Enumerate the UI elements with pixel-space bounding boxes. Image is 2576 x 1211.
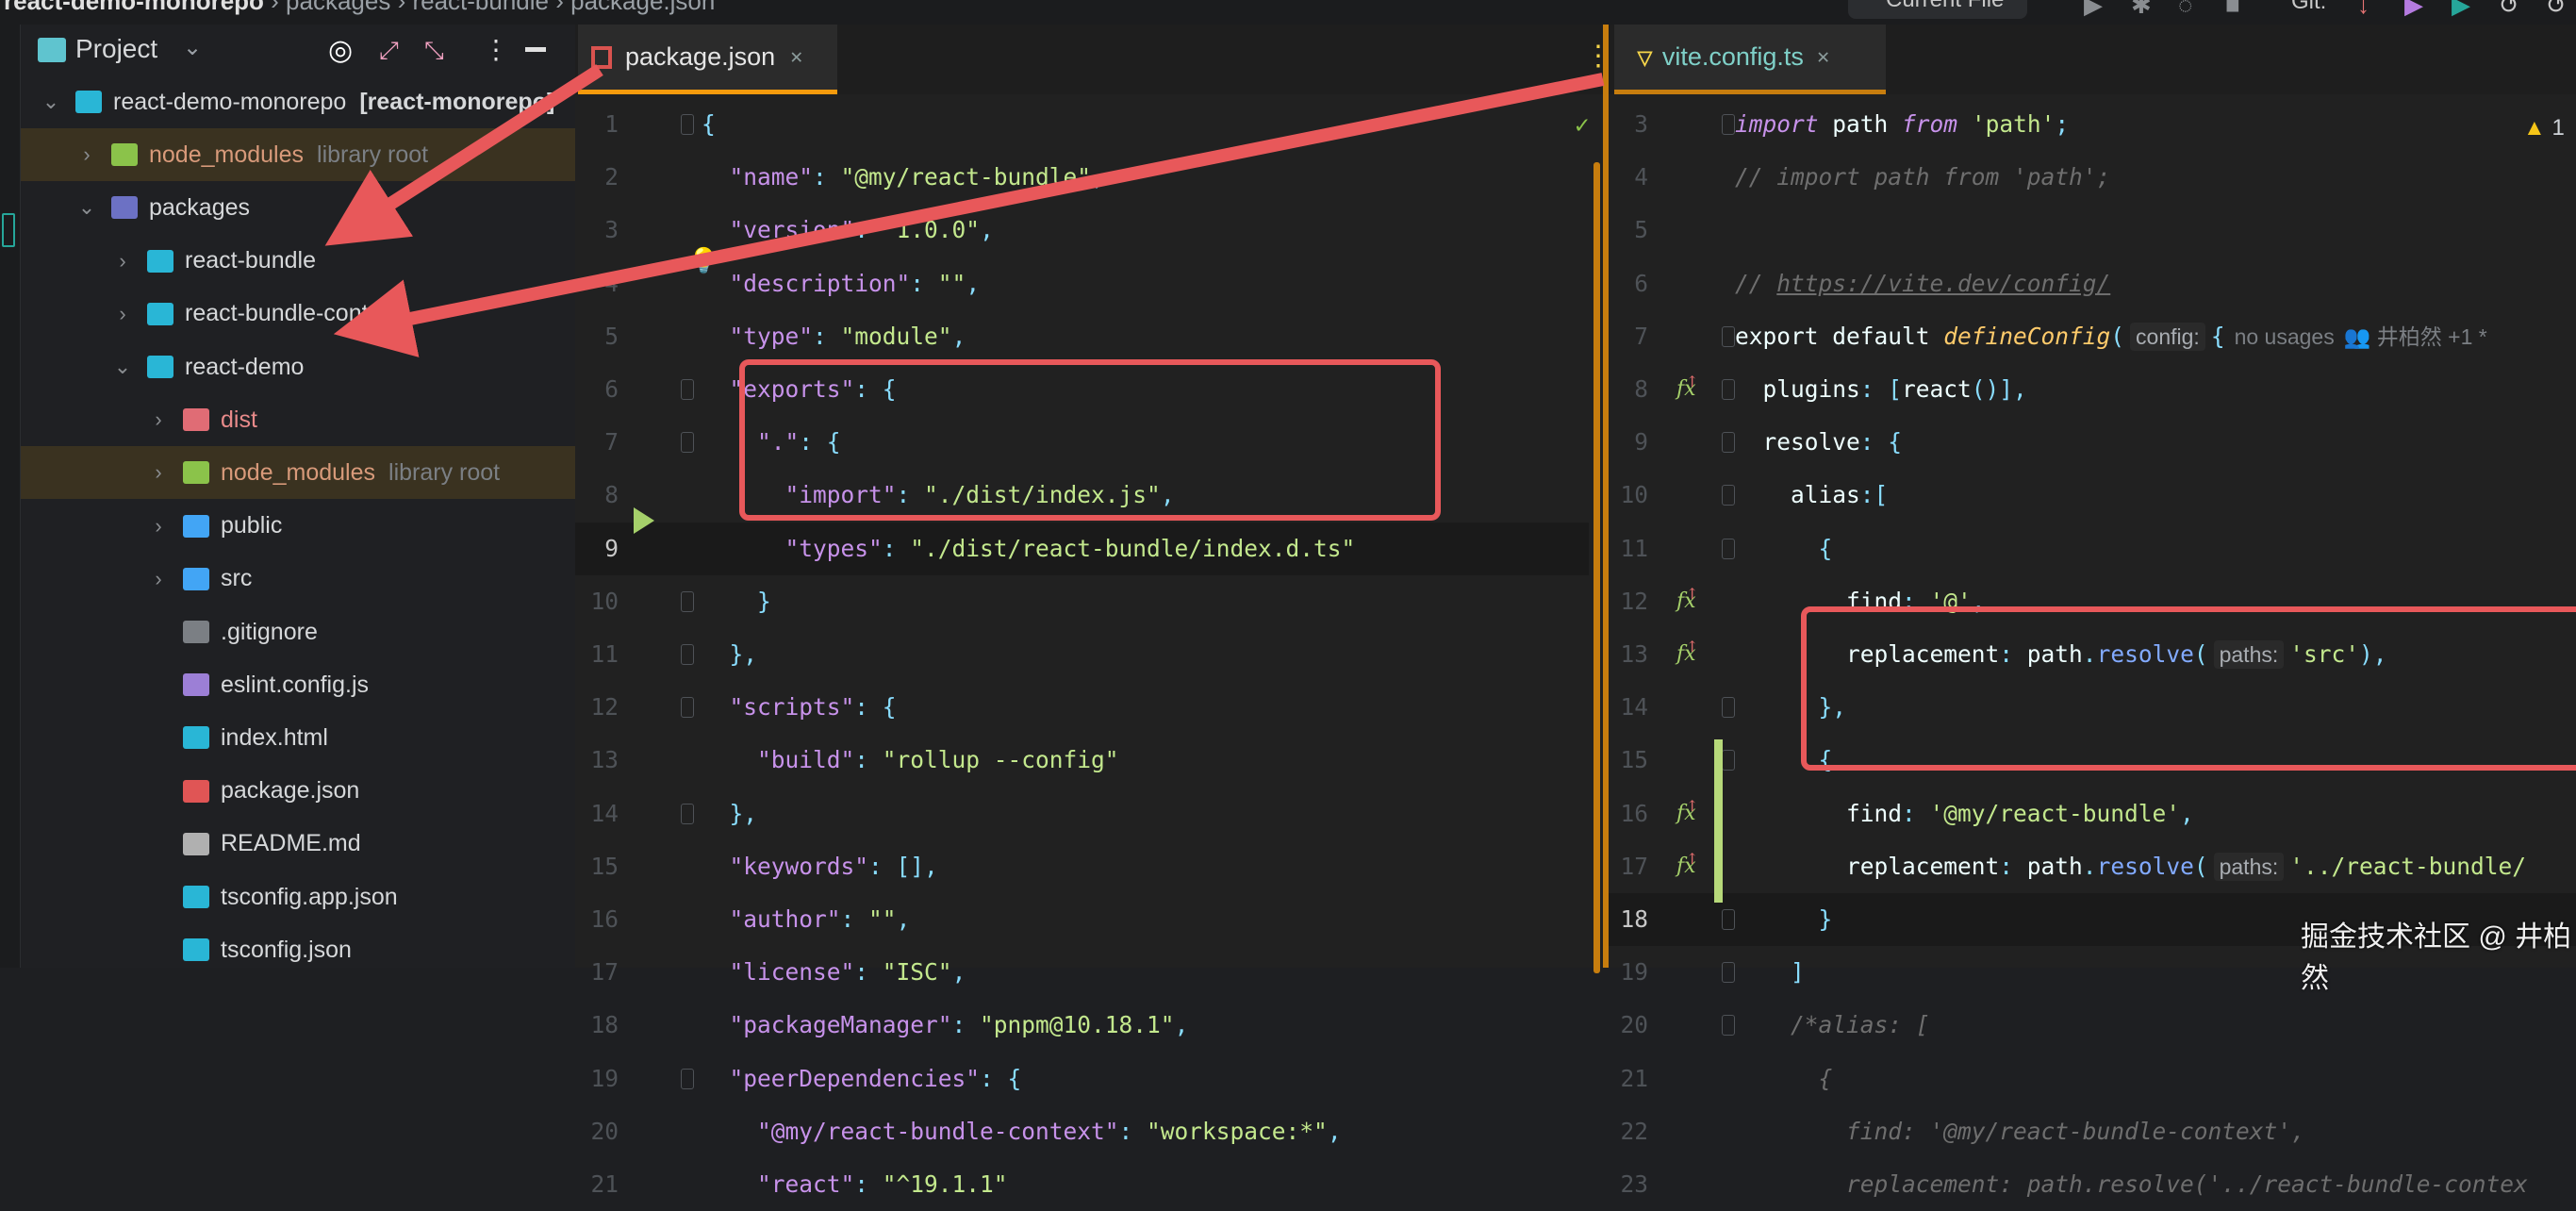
code-token: "packageManager" [729,1011,952,1039]
line-number: 20 [1620,1011,1648,1039]
line-number: 21 [590,1170,619,1198]
line-number: 19 [590,1064,619,1092]
code-token: find: '@my/react-bundle-context', [1846,1117,2305,1145]
code-line[interactable]: 19 "peerDependencies": { [575,1053,1589,1105]
code-token: , [1174,1011,1189,1039]
line-number: 18 [590,1011,619,1039]
watermark: 掘金技术社区 @ 井柏然 [2301,921,2572,994]
code-token: replacement: path.resolve('../react-bund… [1846,1170,2528,1198]
code-line[interactable]: 20 /*alias: [ [1609,999,2576,1052]
fold-marker-icon[interactable] [1722,1015,1735,1037]
code-token: : [854,1170,883,1198]
line-number: 22 [1620,1117,1648,1145]
code-token: { [1818,1064,1833,1092]
code-line[interactable]: 23 replacement: path.resolve('../react-b… [1609,1158,2576,1211]
code-token: "workspace:*" [1147,1117,1328,1145]
code-line[interactable]: 20 "@my/react-bundle-context": "workspac… [575,1105,1589,1158]
line-number: 21 [1620,1064,1648,1092]
code-line[interactable]: 18 "packageManager": "pnpm@10.18.1", [575,999,1589,1052]
code-token: : [1118,1117,1148,1145]
code-token: "^19.1.1" [882,1170,1008,1198]
code-token: : { [980,1064,1022,1092]
code-token: "react" [757,1170,855,1198]
code-token: , [1327,1117,1342,1145]
line-number: 20 [590,1117,619,1145]
code-line[interactable]: 21 { [1609,1053,2576,1105]
annotation-arrows [324,64,1605,357]
code-token: : [951,1011,981,1039]
arrow-to-react-demo [333,73,1605,357]
line-number: 23 [1620,1170,1648,1198]
code-line[interactable]: 22 find: '@my/react-bundle-context', [1609,1105,2576,1158]
fold-marker-icon[interactable] [681,1068,694,1089]
arrow-to-react-bundle [324,64,603,246]
code-line[interactable]: 21 "react": "^19.1.1" [575,1158,1589,1211]
code-token: "pnpm@10.18.1" [980,1011,1175,1039]
code-token: "@my/react-bundle-context" [757,1117,1119,1145]
code-token: "peerDependencies" [729,1064,981,1092]
code-token: /*alias: [ [1791,1011,1930,1039]
